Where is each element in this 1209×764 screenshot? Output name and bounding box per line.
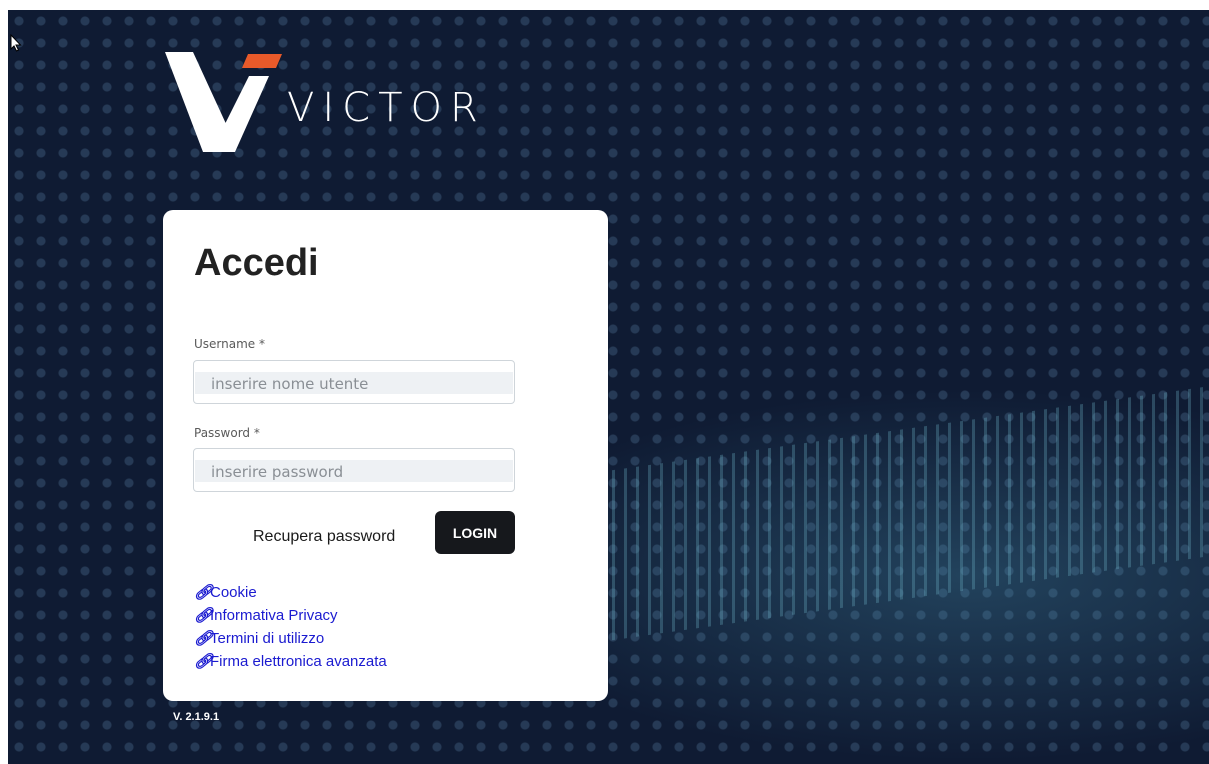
- victor-logo-icon: [165, 52, 282, 152]
- username-input[interactable]: [209, 372, 513, 396]
- username-field-wrapper: [193, 360, 515, 404]
- privacy-link[interactable]: 🔗︎Informativa Privacy: [194, 604, 387, 627]
- username-label: Username *: [194, 337, 265, 351]
- version-label: V. 2.1.9.1: [173, 711, 220, 723]
- link-icon: 🔗︎: [194, 584, 214, 601]
- password-field-wrapper: [193, 448, 515, 492]
- link-icon: 🔗︎: [194, 653, 214, 670]
- cookie-link[interactable]: 🔗︎Cookie: [194, 581, 387, 604]
- footer-links: 🔗︎Cookie 🔗︎Informativa Privacy 🔗︎Termini…: [194, 581, 387, 673]
- page-title: Accedi: [194, 242, 319, 284]
- electronic-signature-link[interactable]: 🔗︎Firma elettronica avanzata: [194, 650, 387, 673]
- recover-password-link[interactable]: Recupera password: [253, 528, 395, 546]
- link-icon: 🔗︎: [194, 630, 214, 647]
- password-input[interactable]: [209, 460, 513, 484]
- wave-pattern: [588, 386, 1208, 644]
- login-button[interactable]: LOGIN: [435, 511, 515, 554]
- terms-link[interactable]: 🔗︎Termini di utilizzo: [194, 627, 387, 650]
- brand-name: VICTOR: [287, 85, 486, 131]
- mouse-cursor-icon: [10, 34, 22, 52]
- password-label: Password *: [194, 426, 260, 440]
- link-icon: 🔗︎: [194, 607, 214, 624]
- login-card: Accedi Username * Password * Recupera pa…: [163, 210, 608, 701]
